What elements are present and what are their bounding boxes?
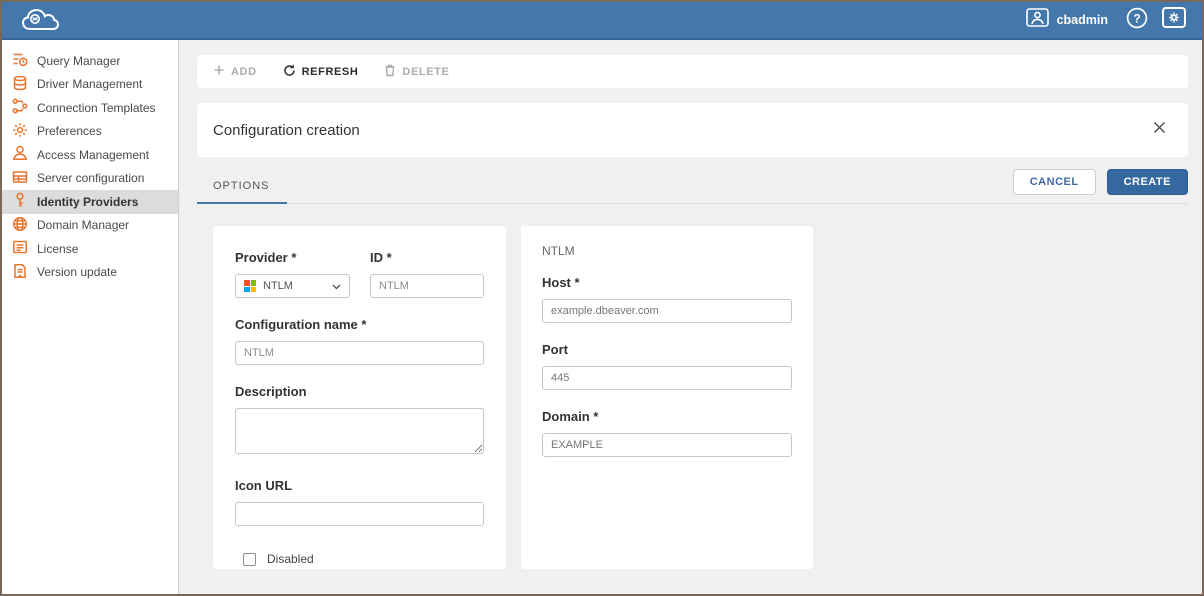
- domain-label: Domain *: [542, 409, 792, 424]
- sidebar-item-access-management[interactable]: Access Management: [2, 143, 178, 167]
- license-icon: [12, 239, 28, 258]
- top-bar: cbadmin ?: [2, 2, 1202, 40]
- host-input[interactable]: [542, 299, 792, 323]
- sidebar-item-label: Domain Manager: [37, 218, 129, 232]
- sidebar-item-query-manager[interactable]: Query Manager: [2, 49, 178, 73]
- form-cards: Provider * NTLM ID *: [197, 226, 1188, 569]
- add-button[interactable]: ADD: [213, 64, 257, 79]
- disabled-checkbox-row[interactable]: Disabled: [243, 552, 484, 566]
- create-button[interactable]: CREATE: [1107, 169, 1188, 195]
- gear-icon: [1162, 7, 1186, 33]
- refresh-button-label: REFRESH: [302, 66, 359, 78]
- provider-select[interactable]: NTLM: [235, 274, 350, 298]
- user-icon: [1026, 8, 1049, 32]
- sidebar-item-label: Version update: [37, 265, 117, 279]
- description-textarea[interactable]: [235, 408, 484, 454]
- cloudbeaver-logo-icon: [20, 7, 60, 34]
- user-name: cbadmin: [1057, 13, 1108, 27]
- access-management-icon: [12, 145, 28, 164]
- help-icon: ?: [1126, 7, 1148, 34]
- domain-manager-icon: [12, 216, 28, 235]
- sidebar-item-label: Identity Providers: [37, 195, 138, 209]
- svg-text:?: ?: [1133, 11, 1140, 25]
- configuration-creation-panel-header: Configuration creation: [197, 103, 1188, 157]
- sidebar-item-label: License: [37, 242, 78, 256]
- icon-url-label: Icon URL: [235, 478, 484, 493]
- configuration-name-input[interactable]: [235, 341, 484, 365]
- sidebar-item-identity-providers[interactable]: Identity Providers: [2, 190, 178, 214]
- sidebar-item-license[interactable]: License: [2, 237, 178, 261]
- cloudbeaver-admin-window: cbadmin ?: [0, 0, 1204, 596]
- sidebar-item-label: Preferences: [37, 124, 102, 138]
- provider-label: Provider *: [235, 250, 350, 265]
- sidebar-item-preferences[interactable]: Preferences: [2, 120, 178, 144]
- identity-providers-icon: [12, 192, 28, 211]
- admin-sidebar: Query Manager Driver Management: [2, 40, 179, 594]
- connection-templates-icon: [12, 98, 28, 117]
- query-manager-icon: [12, 51, 28, 70]
- ntlm-group-label: NTLM: [542, 244, 792, 258]
- sidebar-item-label: Server configuration: [37, 171, 144, 185]
- domain-input[interactable]: [542, 433, 792, 457]
- sidebar-item-driver-management[interactable]: Driver Management: [2, 73, 178, 97]
- sidebar-item-domain-manager[interactable]: Domain Manager: [2, 214, 178, 238]
- server-configuration-icon: [12, 169, 28, 188]
- delete-button[interactable]: DELETE: [384, 64, 449, 80]
- sidebar-item-label: Access Management: [37, 148, 149, 162]
- disabled-checkbox[interactable]: [243, 553, 256, 566]
- cancel-button[interactable]: CANCEL: [1013, 169, 1096, 195]
- preferences-icon: [12, 122, 28, 141]
- configuration-name-label: Configuration name *: [235, 317, 484, 332]
- version-update-icon: [12, 263, 28, 282]
- sidebar-item-label: Driver Management: [37, 77, 142, 91]
- plus-icon: [213, 64, 225, 79]
- port-input[interactable]: [542, 366, 792, 390]
- icon-url-input[interactable]: [235, 502, 484, 526]
- sidebar-item-label: Connection Templates: [37, 101, 156, 115]
- tab-options[interactable]: OPTIONS: [197, 180, 287, 204]
- microsoft-logo-icon: [244, 280, 256, 292]
- id-label: ID *: [370, 250, 484, 265]
- disabled-checkbox-label: Disabled: [267, 552, 314, 566]
- close-icon: [1153, 121, 1166, 139]
- user-menu[interactable]: cbadmin: [1022, 6, 1112, 34]
- add-button-label: ADD: [231, 66, 257, 78]
- sidebar-item-label: Query Manager: [37, 54, 120, 68]
- ntlm-options-card: NTLM Host * Port Domain *: [521, 226, 813, 569]
- id-input[interactable]: [370, 274, 484, 298]
- chevron-down-icon: [332, 277, 341, 295]
- tab-bar: OPTIONS CANCEL CREATE: [197, 170, 1188, 204]
- sidebar-item-connection-templates[interactable]: Connection Templates: [2, 96, 178, 120]
- sidebar-item-server-configuration[interactable]: Server configuration: [2, 167, 178, 191]
- delete-button-label: DELETE: [402, 66, 449, 78]
- provider-select-value: NTLM: [263, 280, 325, 292]
- identity-providers-toolbar: ADD REFRESH: [197, 55, 1188, 88]
- refresh-icon: [283, 64, 296, 80]
- help-button[interactable]: ?: [1126, 7, 1148, 34]
- driver-management-icon: [12, 75, 28, 94]
- settings-button[interactable]: [1162, 7, 1186, 33]
- port-label: Port: [542, 342, 792, 357]
- sidebar-item-version-update[interactable]: Version update: [2, 261, 178, 285]
- general-options-card: Provider * NTLM ID *: [213, 226, 506, 569]
- trash-icon: [384, 64, 396, 80]
- panel-title: Configuration creation: [213, 122, 360, 139]
- host-label: Host *: [542, 275, 792, 290]
- refresh-button[interactable]: REFRESH: [283, 64, 359, 80]
- close-panel-button[interactable]: [1149, 117, 1170, 143]
- description-label: Description: [235, 384, 484, 399]
- main-area: ADD REFRESH: [179, 40, 1202, 594]
